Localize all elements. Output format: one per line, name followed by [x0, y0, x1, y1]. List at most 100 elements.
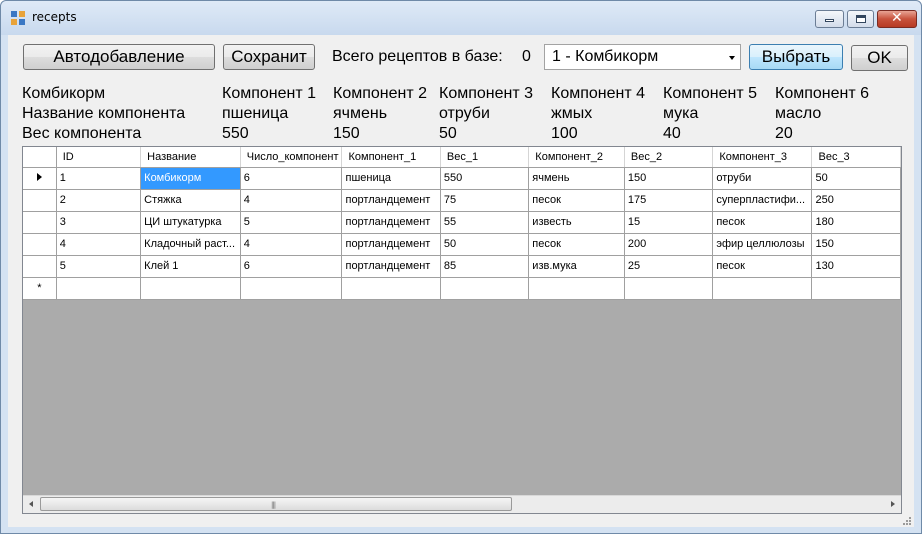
table-cell[interactable]: 85	[440, 255, 530, 278]
horizontal-scrollbar[interactable]: |||	[23, 495, 901, 513]
table-cell[interactable]: песок	[712, 211, 813, 234]
scroll-left-icon[interactable]	[29, 501, 33, 507]
recipe-select[interactable]: 1 - Комбикорм	[544, 44, 741, 70]
close-button[interactable]: ✕	[877, 10, 917, 28]
table-row[interactable]: 2 Стяжка 4 портландцемент 75 песок 175 с…	[23, 189, 901, 212]
column-header[interactable]: Название	[140, 147, 241, 168]
table-cell[interactable]: 5	[56, 255, 142, 278]
table-cell[interactable]: 1	[56, 167, 142, 190]
table-cell[interactable]: 4	[56, 233, 142, 256]
table-cell[interactable]: ЦИ штукатурка	[140, 211, 241, 234]
maximize-button[interactable]	[847, 10, 874, 28]
table-cell[interactable]: 2	[56, 189, 142, 212]
component-weight: 100	[551, 125, 578, 142]
table-cell[interactable]: 150	[811, 233, 901, 256]
row-header-new[interactable]: *	[23, 277, 57, 300]
table-cell[interactable]: Кладочный раст...	[140, 233, 241, 256]
minimize-button[interactable]	[815, 10, 844, 28]
table-cell-empty[interactable]	[624, 277, 714, 300]
table-cell[interactable]: 50	[440, 233, 530, 256]
table-cell[interactable]: 5	[240, 211, 343, 234]
table-cell[interactable]: отруби	[712, 167, 813, 190]
table-cell[interactable]: портландцемент	[341, 189, 441, 212]
table-cell-empty[interactable]	[712, 277, 813, 300]
column-header[interactable]: Вес_1	[440, 147, 530, 168]
table-cell[interactable]: пшеница	[341, 167, 441, 190]
column-header[interactable]: Вес_2	[624, 147, 714, 168]
table-cell[interactable]: 3	[56, 211, 142, 234]
total-recipes-value: 0	[522, 48, 531, 65]
table-cell-empty[interactable]	[341, 277, 441, 300]
autoadd-button[interactable]: Автодобавление	[23, 44, 215, 70]
column-header[interactable]: ID	[56, 147, 142, 168]
row-header[interactable]	[23, 211, 57, 234]
table-cell[interactable]: Стяжка	[140, 189, 241, 212]
save-button[interactable]: Сохранит	[223, 44, 315, 70]
scrollbar-thumb[interactable]: |||	[40, 497, 512, 511]
table-cell[interactable]: 150	[624, 167, 714, 190]
table-cell[interactable]: 6	[240, 167, 343, 190]
table-cell[interactable]: песок	[528, 189, 625, 212]
table-cell-selected[interactable]: Комбикорм	[140, 167, 241, 190]
row-header[interactable]	[23, 233, 57, 256]
chevron-down-icon[interactable]	[729, 56, 735, 60]
table-row[interactable]: 5 Клей 1 6 портландцемент 85 изв.мука 25…	[23, 255, 901, 278]
table-cell-empty[interactable]	[240, 277, 343, 300]
table-cell[interactable]: 55	[440, 211, 530, 234]
row-header[interactable]	[23, 189, 57, 212]
ok-button[interactable]: OK	[851, 45, 908, 71]
table-cell[interactable]: суперпластифи...	[712, 189, 813, 212]
table-cell[interactable]: портландцемент	[341, 233, 441, 256]
table-cell[interactable]: известь	[528, 211, 625, 234]
recipes-data-grid[interactable]: ID Название Число_компонент Компонент_1 …	[22, 146, 902, 514]
table-cell[interactable]: 180	[811, 211, 901, 234]
row-header-corner[interactable]	[23, 147, 57, 168]
row-header-current[interactable]	[23, 167, 57, 190]
table-cell[interactable]: 175	[624, 189, 714, 212]
table-cell-empty[interactable]	[140, 277, 241, 300]
scrollbar-grip: |||	[271, 501, 276, 509]
table-cell[interactable]: 6	[240, 255, 343, 278]
table-cell[interactable]: 25	[624, 255, 714, 278]
table-cell[interactable]: 250	[811, 189, 901, 212]
table-cell[interactable]: 75	[440, 189, 530, 212]
component-name: жмых	[551, 105, 593, 122]
table-row[interactable]: 3 ЦИ штукатурка 5 портландцемент 55 изве…	[23, 211, 901, 234]
table-row[interactable]: 4 Кладочный раст... 4 портландцемент 50 …	[23, 233, 901, 256]
table-cell[interactable]: изв.мука	[528, 255, 625, 278]
table-cell[interactable]: 130	[811, 255, 901, 278]
table-cell[interactable]: Клей 1	[140, 255, 241, 278]
component-header: Компонент 2	[333, 85, 428, 102]
table-cell[interactable]: 50	[811, 167, 901, 190]
new-row-marker: *	[37, 282, 42, 294]
column-header[interactable]: Компонент_1	[341, 147, 441, 168]
total-recipes-label: Всего рецептов в базе:	[332, 48, 503, 65]
scroll-right-icon[interactable]	[891, 501, 895, 507]
resize-grip-icon[interactable]	[901, 515, 911, 525]
table-cell-empty[interactable]	[528, 277, 625, 300]
table-cell-empty[interactable]	[440, 277, 530, 300]
table-cell[interactable]: песок	[712, 255, 813, 278]
choose-button[interactable]: Выбрать	[749, 44, 843, 70]
minimize-icon	[825, 19, 834, 22]
table-cell[interactable]: портландцемент	[341, 211, 441, 234]
row-header[interactable]	[23, 255, 57, 278]
table-cell[interactable]: портландцемент	[341, 255, 441, 278]
column-header[interactable]: Компонент_2	[528, 147, 625, 168]
table-cell[interactable]: 4	[240, 233, 343, 256]
column-header[interactable]: Компонент_3	[712, 147, 813, 168]
table-cell-empty[interactable]	[811, 277, 901, 300]
column-header[interactable]: Вес_3	[811, 147, 901, 168]
table-cell[interactable]: песок	[528, 233, 625, 256]
column-header[interactable]: Число_компонент	[240, 147, 343, 168]
table-cell-empty[interactable]	[56, 277, 142, 300]
table-row[interactable]: 1 Комбикорм 6 пшеница 550 ячмень 150 отр…	[23, 167, 901, 190]
table-cell[interactable]: 550	[440, 167, 530, 190]
table-cell[interactable]: 15	[624, 211, 714, 234]
title-bar[interactable]: recepts ✕	[1, 1, 921, 35]
table-cell[interactable]: ячмень	[528, 167, 625, 190]
table-cell[interactable]: 200	[624, 233, 714, 256]
table-new-row[interactable]: *	[23, 277, 901, 300]
table-cell[interactable]: 4	[240, 189, 343, 212]
table-cell[interactable]: эфир целлюлозы	[712, 233, 813, 256]
